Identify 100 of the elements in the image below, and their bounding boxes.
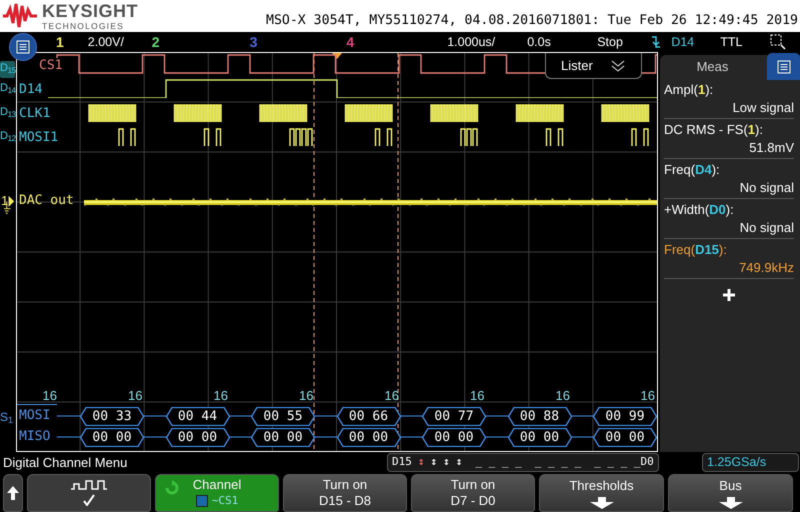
chevron-down-icon [610,60,625,72]
closing-paren: ): [705,81,714,99]
word-count: 16 [127,389,142,403]
word-count: 16 [212,389,228,403]
trigger-source: D14 [671,34,696,51]
window-title: MSO-X 3054T, MY55110274, 04.08.2016071801: Tue Feb 26 12:49:45 2019 [266,12,798,30]
word-count: 16 [554,389,570,403]
bus-signal-label: MISO [19,429,50,445]
idle-indicator: _ _ _ _ [594,454,640,470]
activity-indicator: ↕ [418,454,424,470]
source-channel: 1 [698,81,706,99]
sample-rate: 1.25GSa/s [702,453,799,472]
measurement-value: 749.9kHz [739,259,794,277]
ground-arrow-icon [4,195,15,215]
trigger-edge-icon [651,36,662,48]
channel-color-swatch [196,495,208,507]
pulse-icon [83,480,95,490]
closing-paren: ): [712,161,720,179]
activity-indicator: ↕ [456,454,462,470]
decoded-value: 00 00 [422,428,486,447]
channel-number: 2 [152,32,160,52]
word-count: 16 [42,389,57,403]
analog-channel-marker: 1 [1,193,8,209]
idle-indicator: _ _ _ _ [475,454,522,470]
trace-label: CS1 [39,58,62,74]
measurement-value: Low signal [732,99,794,117]
decoded-value: 00 77 [422,407,486,426]
activity-indicator: ↕ [443,454,450,470]
submenu-key[interactable]: Bus [668,474,793,512]
lister-tab[interactable]: Lister [545,53,642,79]
decoded-value: 00 88 [508,407,572,426]
vertical-scale: 2.00V/ [88,34,125,51]
add-icon[interactable] [723,289,735,301]
turn-on-key[interactable]: Turn on D7 - D0 [411,474,535,512]
decoded-value: 00 55 [251,407,315,426]
time-delay: 0.0s [527,34,552,51]
decoded-value: 00 00 [166,428,230,447]
channel-number: 1 [56,32,64,52]
brand-subtitle: TECHNOLOGIES [42,22,125,30]
measurement-value: No signal [740,219,794,237]
activity-indicator: ↕ [430,454,438,470]
channel-name: ~CS1 [212,493,238,509]
measurement-name: Freq( [664,161,696,179]
decoded-value: 00 00 [508,428,572,447]
idle-indicator: _ _ _ _ [534,454,582,470]
channel-key[interactable]: Channel ~CS1 [155,474,279,512]
trigger-marker-icon [332,53,342,59]
source-channel: 1 [748,121,756,139]
panel-menu-button[interactable] [767,53,800,80]
logo-icon [2,1,38,29]
measurement-name: Freq( [664,241,696,259]
list-icon [16,40,30,54]
measurement-value: No signal [740,179,794,197]
key-title: Channel [192,477,242,493]
down-arrow-icon [718,496,742,508]
source-channel: D15 [695,241,719,259]
closing-paren: ): [755,121,763,139]
measurement-value: 51.8mV [749,139,794,157]
channel-number: 4 [346,32,354,52]
source-channel: D4 [695,161,712,179]
panel-tab[interactable]: Meas [660,55,765,79]
decoded-value: 00 33 [80,407,144,426]
decoded-value: 00 99 [593,407,657,426]
down-arrow-icon [590,496,614,508]
decoded-value: 00 66 [336,407,400,426]
decoded-value: 00 00 [251,428,315,447]
word-count: 16 [384,389,399,403]
pulse-icon [95,480,107,490]
menu-title: Digital Channel Menu [3,454,128,472]
channel-number: 3 [250,32,258,52]
trigger-level: TTL [720,34,744,51]
source-channel: D0 [709,201,726,219]
run-state: Stop [597,34,624,51]
zoom-box-icon [770,34,786,50]
channel-range-start: D15 [392,454,412,470]
word-count: 16 [469,389,484,403]
word-count: 16 [640,389,655,403]
decoded-value: 00 00 [593,428,657,447]
bus-tag: S$_{1}$ [0,409,14,425]
submenu-key[interactable]: Thresholds [539,474,664,512]
channel-range-end: D0 [640,454,654,470]
trace-label: DAC out [19,193,74,209]
menu-button[interactable] [9,33,37,61]
list-icon [776,60,790,74]
turn-on-key[interactable]: Turn on D15 - D8 [283,474,407,512]
up-button[interactable] [3,474,23,512]
closing-paren: ): [718,241,727,259]
rotate-icon [164,480,180,496]
decoded-value: 00 00 [80,428,144,447]
bus-signal-label: MOSI [19,408,50,424]
brand-name: KEYSIGHT [42,2,138,20]
edge-select-key[interactable] [27,474,151,512]
measurement-name: Ampl( [664,81,698,99]
measurement-name: +Width( [664,201,710,219]
decoded-value: 00 44 [166,407,230,426]
up-arrow-icon [7,486,19,500]
timebase: 1.000us/ [447,34,496,51]
measurement-name: DC RMS - FS( [664,121,748,139]
decoded-value: 00 00 [336,428,400,447]
closing-paren: ): [726,201,734,219]
